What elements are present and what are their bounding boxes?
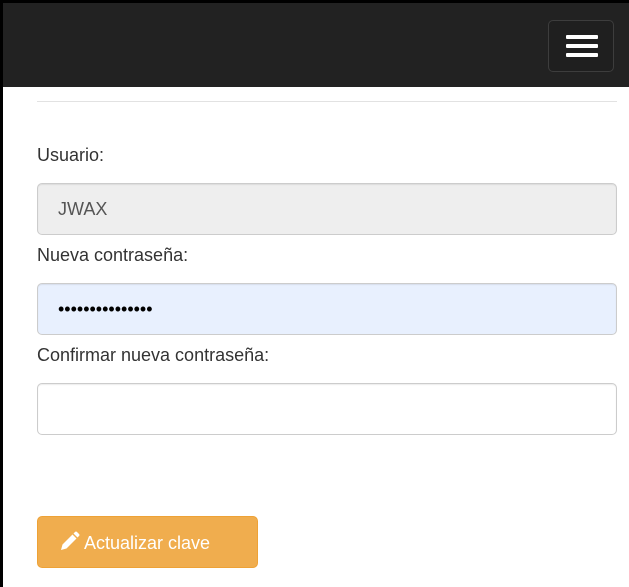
username-field[interactable] [37,183,617,235]
pencil-icon [61,531,80,550]
divider [37,101,617,102]
username-label: Usuario: [37,145,105,165]
page-frame: Usuario: Nueva contraseña: Confirmar nue… [0,0,629,587]
new-password-label: Nueva contraseña: [37,245,189,265]
new-password-field[interactable] [37,283,617,335]
confirm-password-label: Confirmar nueva contraseña: [37,345,270,365]
confirm-password-field[interactable] [37,383,617,435]
navbar-toggle-button[interactable] [548,20,614,72]
update-password-button[interactable]: Actualizar clave [37,516,258,568]
navbar [3,3,629,87]
update-password-button-label: Actualizar clave [84,533,211,553]
